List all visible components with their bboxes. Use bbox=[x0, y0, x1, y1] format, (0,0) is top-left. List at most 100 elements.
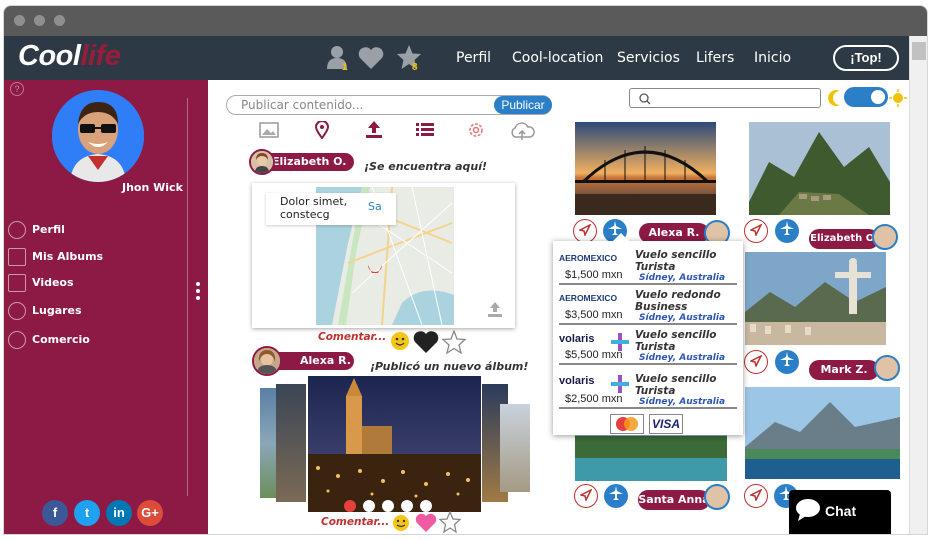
avatar[interactable] bbox=[704, 484, 730, 510]
flight-type: Vuelo sencillo Turista bbox=[635, 329, 717, 353]
star-icon[interactable] bbox=[438, 510, 462, 534]
flight-option[interactable]: AEROMEXICO $1,500 mxn Vuelo sencillo Tur… bbox=[559, 247, 737, 285]
flight-icon[interactable] bbox=[775, 219, 799, 243]
heart-icon[interactable] bbox=[413, 330, 439, 359]
chat-button[interactable]: Chat bbox=[789, 490, 891, 534]
sidebar-collapse-handle[interactable] bbox=[196, 282, 200, 300]
sidebar-item-label: Videos bbox=[32, 276, 74, 289]
avatar[interactable] bbox=[52, 90, 144, 182]
navigate-icon[interactable] bbox=[744, 484, 768, 508]
mastercard-icon[interactable] bbox=[610, 414, 644, 434]
map-card[interactable]: Dolor simet, constecg Sa bbox=[252, 183, 515, 328]
heart-icon[interactable] bbox=[358, 46, 384, 75]
navigate-icon[interactable] bbox=[744, 350, 768, 374]
nav-link-cool-location[interactable]: Cool-location bbox=[512, 50, 603, 66]
nav-link-servicios[interactable]: Servicios bbox=[617, 50, 680, 66]
destination-user-pill[interactable]: Elizabeth O. bbox=[809, 229, 879, 249]
smiley-icon[interactable] bbox=[392, 514, 410, 534]
comment-link[interactable]: Comentar... bbox=[318, 331, 386, 343]
carousel-dot[interactable] bbox=[382, 500, 394, 512]
flight-icon[interactable] bbox=[604, 484, 628, 508]
navigate-icon[interactable] bbox=[574, 484, 598, 508]
settings-gear-icon[interactable] bbox=[467, 121, 485, 144]
cloud-upload-icon[interactable] bbox=[509, 121, 535, 146]
logo-part-life: life bbox=[80, 40, 121, 72]
location-icon bbox=[8, 302, 26, 320]
carousel-dot[interactable] bbox=[401, 500, 413, 512]
scrollbar-thumb[interactable] bbox=[912, 42, 926, 60]
image-upload-icon[interactable] bbox=[259, 122, 279, 143]
flight-option[interactable]: volaris $2,500 mxn Vuelo sencillo Turist… bbox=[559, 369, 737, 409]
user-name: Jhon Wick bbox=[122, 181, 183, 194]
avatar[interactable] bbox=[249, 149, 275, 175]
nav-link-perfil[interactable]: Perfil bbox=[456, 50, 491, 66]
sidebar-item-comercio[interactable]: Comercio bbox=[8, 331, 90, 349]
star-icon[interactable] bbox=[396, 44, 422, 75]
theme-toggle[interactable] bbox=[844, 87, 888, 107]
vertical-scrollbar[interactable] bbox=[909, 36, 927, 534]
map-popup: Dolor simet, constecg Sa bbox=[266, 193, 396, 225]
avatar[interactable] bbox=[252, 346, 282, 376]
logo-part-cool: Cool bbox=[18, 40, 81, 72]
destination-photo[interactable] bbox=[575, 122, 716, 215]
destination-photo[interactable] bbox=[749, 122, 890, 215]
flight-icon[interactable] bbox=[775, 350, 799, 374]
destination-user-pill[interactable]: Alexa R. bbox=[639, 223, 709, 243]
navigate-icon[interactable] bbox=[573, 219, 597, 243]
map-popup-text: Dolor simet, constecg bbox=[280, 195, 348, 221]
flight-destination: Sídney, Australia bbox=[639, 397, 726, 407]
comment-link[interactable]: Comentar... bbox=[321, 516, 389, 528]
destination-user-pill[interactable]: Santa Anna bbox=[638, 490, 710, 510]
facebook-button[interactable]: f bbox=[42, 500, 68, 526]
top-button[interactable]: ¡Top! bbox=[833, 45, 899, 71]
chat-label: Chat bbox=[825, 503, 857, 519]
album-photo-next2[interactable] bbox=[500, 404, 530, 492]
carousel-dots bbox=[344, 499, 432, 512]
visa-icon[interactable]: VISA bbox=[649, 414, 683, 434]
upload-icon[interactable] bbox=[365, 120, 383, 143]
window-maximize-dot[interactable] bbox=[54, 15, 65, 26]
smiley-icon[interactable] bbox=[390, 331, 410, 356]
map-upload-icon[interactable] bbox=[487, 301, 503, 322]
flight-option[interactable]: AEROMEXICO $3,500 mxn Vuelo redondo Busi… bbox=[559, 287, 737, 325]
sidebar-item-lugares[interactable]: Lugares bbox=[8, 302, 82, 320]
dollar-icon bbox=[8, 331, 26, 349]
post-status-text: ¡Publicó un nuevo álbum! bbox=[370, 360, 529, 373]
sidebar-item-videos[interactable]: Videos bbox=[8, 274, 74, 292]
album-photo-main[interactable] bbox=[308, 376, 481, 512]
star-icon[interactable] bbox=[441, 329, 467, 359]
carousel-dot[interactable] bbox=[344, 500, 356, 512]
linkedin-button[interactable]: in bbox=[106, 500, 132, 526]
flight-destination: Sídney, Australia bbox=[639, 353, 726, 363]
list-icon[interactable] bbox=[416, 123, 434, 142]
nav-link-lifers[interactable]: Lifers bbox=[696, 50, 734, 66]
publish-button[interactable]: Publicar bbox=[494, 96, 552, 114]
google-plus-button[interactable]: G+ bbox=[137, 500, 163, 526]
logo[interactable]: Coollife bbox=[18, 40, 121, 73]
heart-icon[interactable] bbox=[415, 513, 437, 534]
airline-name: volaris bbox=[559, 333, 595, 345]
sidebar-item-mis-albums[interactable]: Mis Albums bbox=[8, 248, 103, 266]
flight-option[interactable]: volaris $5,500 mxn Vuelo sencillo Turist… bbox=[559, 327, 737, 365]
sidebar-item-perfil[interactable]: Perfil bbox=[8, 221, 65, 239]
window-close-dot[interactable] bbox=[14, 15, 25, 26]
window-minimize-dot[interactable] bbox=[34, 15, 45, 26]
navigate-icon[interactable] bbox=[744, 219, 768, 243]
destination-photo[interactable] bbox=[745, 387, 900, 479]
map-popup-link[interactable]: Sa bbox=[368, 200, 382, 213]
post-status-text: ¡Se encuentra aquí! bbox=[364, 160, 488, 173]
flight-type: Vuelo redondo Business bbox=[635, 289, 721, 313]
carousel-dot[interactable] bbox=[363, 500, 375, 512]
help-icon[interactable]: ? bbox=[10, 82, 24, 96]
nav-link-inicio[interactable]: Inicio bbox=[754, 50, 791, 66]
chat-bubble-icon bbox=[795, 498, 821, 525]
destination-user-pill[interactable]: Mark Z. bbox=[809, 360, 879, 380]
avatar[interactable] bbox=[872, 224, 898, 250]
twitter-button[interactable]: t bbox=[74, 500, 100, 526]
location-pin-icon[interactable] bbox=[314, 120, 330, 144]
album-photo-prev2[interactable] bbox=[276, 384, 306, 502]
avatar[interactable] bbox=[874, 355, 900, 381]
search-input[interactable] bbox=[629, 88, 821, 108]
carousel-dot[interactable] bbox=[420, 500, 432, 512]
destination-photo[interactable] bbox=[745, 252, 886, 345]
